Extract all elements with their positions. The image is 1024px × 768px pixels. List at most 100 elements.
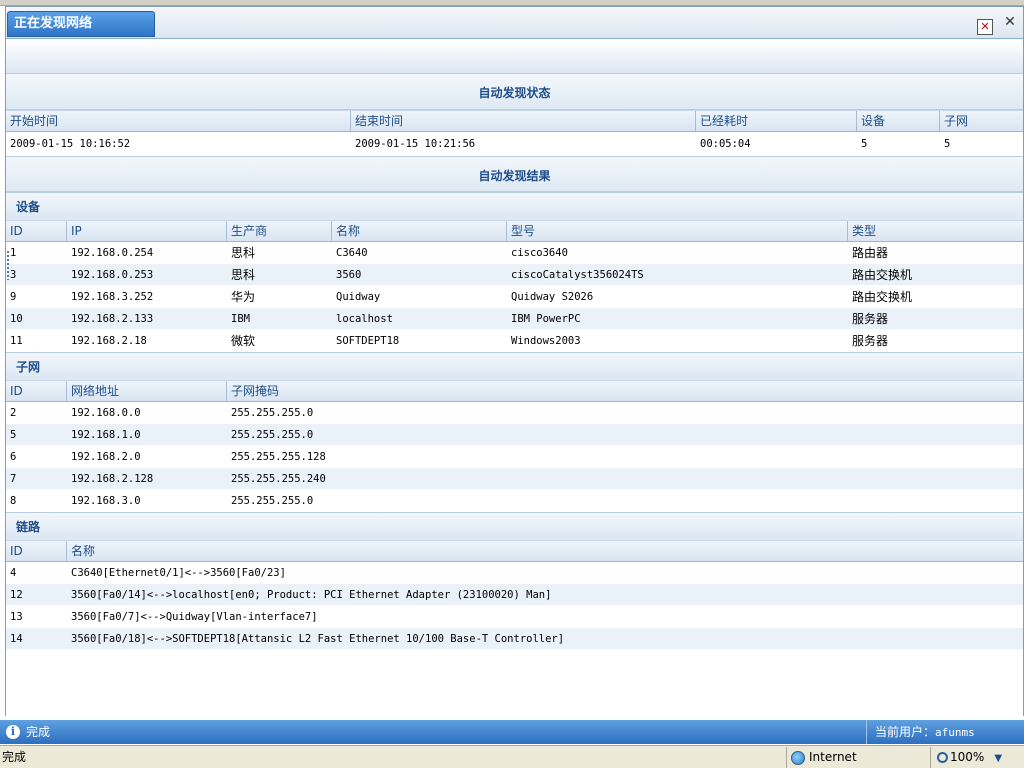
security-zone: Internet <box>786 747 926 768</box>
device-row[interactable]: 1 192.168.0.254 思科 C3640 cisco3640 路由器 <box>6 242 1023 264</box>
subnet-row[interactable]: 6 192.168.2.0 255.255.255.128 <box>6 446 1023 468</box>
device-ip: 192.168.3.252 <box>71 291 154 303</box>
link-id: 13 <box>10 611 23 623</box>
info-icon: i <box>6 725 20 739</box>
header-device-count: 设备 <box>857 111 940 131</box>
tab-bar: 正在发现网络 ✕ ✕ <box>6 7 1023 39</box>
elapsed-value: 00:05:04 <box>700 138 751 150</box>
link-row[interactable]: 14 3560[Fa0/18]<-->SOFTDEPT18[Attansic L… <box>6 628 1023 650</box>
toolbar-band <box>6 40 1023 74</box>
tab-discovering-network[interactable]: 正在发现网络 <box>7 11 155 37</box>
devices-header-row: ID IP 生产商 名称 型号 类型 <box>6 220 1023 242</box>
link-name: 3560[Fa0/7]<-->Quidway[Vlan-interface7] <box>71 611 318 623</box>
subnet-row[interactable]: 7 192.168.2.128 255.255.255.240 <box>6 468 1023 490</box>
device-type: 服务器 <box>852 334 889 348</box>
current-user-label: 当前用户： <box>875 725 936 739</box>
device-row[interactable]: 11 192.168.2.18 微软 SOFTDEPT18 Windows200… <box>6 330 1023 352</box>
subnets-table-body: 2 192.168.0.0 255.255.255.0 5 192.168.1.… <box>6 402 1023 512</box>
links-header-id: ID <box>6 541 67 561</box>
current-user: 当前用户：afunms <box>866 720 975 744</box>
device-ip: 192.168.2.18 <box>71 335 147 347</box>
links-group-title: 链路 <box>6 512 1023 540</box>
subnet-row[interactable]: 5 192.168.1.0 255.255.255.0 <box>6 424 1023 446</box>
device-id: 1 <box>10 247 17 259</box>
header-subnet-count: 子网 <box>944 114 969 128</box>
subnet-network: 192.168.2.0 <box>71 451 141 463</box>
zoom-dropdown-icon[interactable]: ▼ <box>994 748 1002 768</box>
device-id: 10 <box>10 313 23 325</box>
devices-header-name: 名称 <box>332 221 507 241</box>
subnet-id: 8 <box>10 495 17 507</box>
end-time-value: 2009-01-15 10:21:56 <box>355 138 476 150</box>
device-model: IBM PowerPC <box>511 313 581 325</box>
device-model: Windows2003 <box>511 335 581 347</box>
content-area: 自动发现状态 开始时间 结束时间 已经耗时 设备 子网 2009-01-15 1… <box>6 74 1023 716</box>
device-name: 3560 <box>336 269 362 281</box>
link-row[interactable]: 12 3560[Fa0/14]<-->localhost[en0; Produc… <box>6 584 1023 606</box>
device-type: 服务器 <box>852 312 889 326</box>
subnet-id: 5 <box>10 429 17 441</box>
device-type: 路由器 <box>852 246 889 260</box>
device-model: Quidway S2026 <box>511 291 594 303</box>
link-name: C3640[Ethernet0/1]<-->3560[Fa0/23] <box>71 567 286 579</box>
subnet-mask: 255.255.255.0 <box>231 407 314 419</box>
link-id: 4 <box>10 567 17 579</box>
device-ip: 192.168.2.133 <box>71 313 154 325</box>
start-time-value: 2009-01-15 10:16:52 <box>10 138 131 150</box>
globe-icon <box>791 750 805 765</box>
status-section-title: 自动发现状态 <box>6 74 1023 110</box>
devices-table-body: 1 192.168.0.254 思科 C3640 cisco3640 路由器 3… <box>6 242 1023 352</box>
device-vendor: 思科 <box>231 268 256 282</box>
zoom-control[interactable]: 100% ▼ <box>930 747 1024 768</box>
current-user-name: afunms <box>935 726 975 739</box>
link-id: 14 <box>10 633 23 645</box>
subnet-row[interactable]: 2 192.168.0.0 255.255.255.0 <box>6 402 1023 424</box>
subnet-row[interactable]: 8 192.168.3.0 255.255.255.0 <box>6 490 1023 512</box>
browser-status-text: 完成 <box>2 750 27 764</box>
device-row[interactable]: 9 192.168.3.252 华为 Quidway Quidway S2026… <box>6 286 1023 308</box>
header-start-time: 开始时间 <box>6 111 351 131</box>
window-close-icon[interactable]: ✕ <box>1003 15 1017 29</box>
subnet-mask: 255.255.255.0 <box>231 429 314 441</box>
links-header-row: ID 名称 <box>6 540 1023 562</box>
device-type: 路由交换机 <box>852 290 913 304</box>
device-id: 11 <box>10 335 23 347</box>
security-zone-label: Internet <box>809 750 857 764</box>
device-row[interactable]: 3 192.168.0.253 思科 3560 ciscoCatalyst356… <box>6 264 1023 286</box>
device-vendor: 华为 <box>231 290 256 304</box>
subnet-mask: 255.255.255.128 <box>231 451 326 463</box>
discovery-window: 正在发现网络 ✕ ✕ 自动发现状态 开始时间 结束时间 已经耗时 设备 子网 2… <box>5 6 1024 716</box>
link-id: 12 <box>10 589 23 601</box>
device-name: SOFTDEPT18 <box>336 335 400 347</box>
subnet-network: 192.168.3.0 <box>71 495 141 507</box>
device-count-value: 5 <box>861 138 868 150</box>
subnets-header-id: ID <box>6 381 67 401</box>
tab-close-icon[interactable]: ✕ <box>977 19 993 35</box>
device-model: ciscoCatalyst356024TS <box>511 269 644 281</box>
zoom-level: 100% <box>950 750 985 764</box>
device-vendor: IBM <box>231 313 250 325</box>
devices-header-id: ID <box>6 221 67 241</box>
link-name: 3560[Fa0/14]<-->localhost[en0; Product: … <box>71 589 552 601</box>
devices-header-model: 型号 <box>507 221 848 241</box>
subnet-mask: 255.255.255.0 <box>231 495 314 507</box>
link-row[interactable]: 13 3560[Fa0/7]<-->Quidway[Vlan-interface… <box>6 606 1023 628</box>
subnets-group-title: 子网 <box>6 352 1023 380</box>
device-id: 3 <box>10 269 17 281</box>
device-row[interactable]: 10 192.168.2.133 IBM localhost IBM Power… <box>6 308 1023 330</box>
device-vendor: 微软 <box>231 334 256 348</box>
status-row: 2009-01-15 10:16:52 2009-01-15 10:21:56 … <box>6 132 1023 156</box>
header-end-time: 结束时间 <box>351 111 696 131</box>
subnet-id: 7 <box>10 473 17 485</box>
device-ip: 192.168.0.254 <box>71 247 154 259</box>
devices-header-vendor: 生产商 <box>227 221 332 241</box>
device-name: C3640 <box>336 247 368 259</box>
splitter-handle[interactable] <box>6 250 10 280</box>
subnet-id: 2 <box>10 407 17 419</box>
subnets-header-network: 网络地址 <box>67 381 227 401</box>
device-vendor: 思科 <box>231 246 256 260</box>
subnets-header-row: ID 网络地址 子网掩码 <box>6 380 1023 402</box>
link-row[interactable]: 4 C3640[Ethernet0/1]<-->3560[Fa0/23] <box>6 562 1023 584</box>
device-ip: 192.168.0.253 <box>71 269 154 281</box>
device-name: Quidway <box>336 291 381 303</box>
